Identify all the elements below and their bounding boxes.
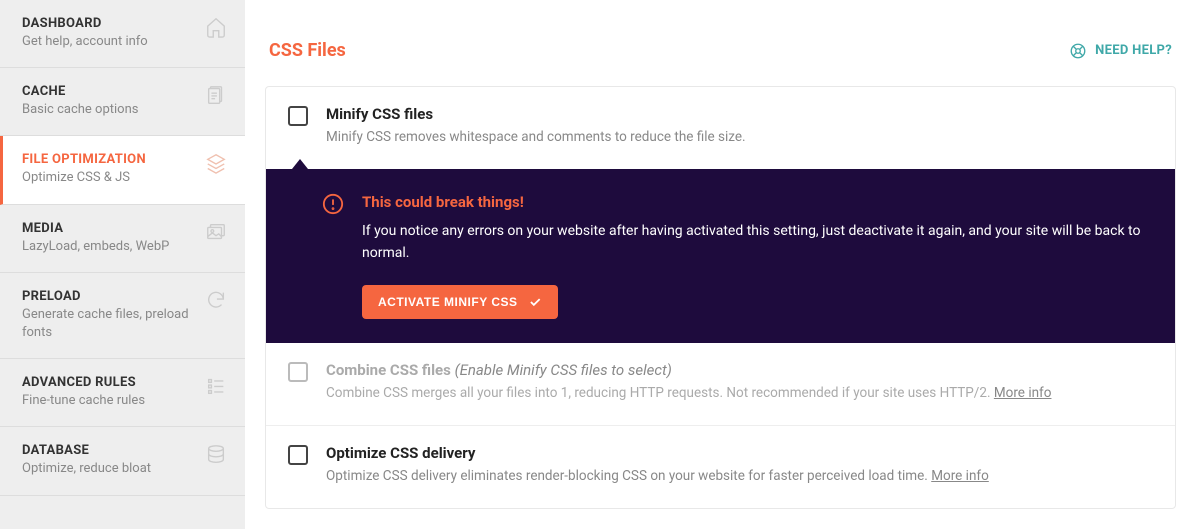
sidebar-item-subtitle: Fine-tune cache rules: [22, 392, 197, 410]
sidebar-item-subtitle: Basic cache options: [22, 101, 197, 119]
optimize-css-delivery-checkbox[interactable]: [288, 445, 308, 465]
layers-icon: [205, 152, 227, 174]
help-icon: [1069, 42, 1087, 60]
setting-title: Combine CSS files (Enable Minify CSS fil…: [326, 361, 1153, 379]
activate-minify-css-button[interactable]: ACTIVATE MINIFY CSS: [362, 285, 558, 319]
sidebar-item-subtitle: Optimize CSS & JS: [22, 169, 197, 187]
warning-desc: If you notice any errors on your website…: [362, 221, 1153, 264]
home-icon: [205, 16, 227, 38]
sidebar-item-title: ADVANCED RULES: [22, 375, 197, 390]
sidebar-item-preload[interactable]: PRELOAD Generate cache files, preload fo…: [0, 273, 245, 359]
page-title: CSS Files: [269, 40, 346, 61]
list-icon: [205, 375, 227, 397]
activate-button-label: ACTIVATE MINIFY CSS: [378, 295, 518, 309]
sidebar: DASHBOARD Get help, account info CACHE B…: [0, 0, 245, 529]
setting-desc: Optimize CSS delivery eliminates render-…: [326, 466, 1153, 486]
sidebar-item-title: FILE OPTIMIZATION: [22, 152, 197, 167]
sidebar-item-subtitle: Generate cache files, preload fonts: [22, 306, 197, 342]
combine-css-checkbox[interactable]: [288, 362, 308, 382]
help-label: NEED HELP?: [1095, 43, 1172, 58]
main-content: CSS Files NEED HELP? Minify CSS files Mi…: [245, 0, 1196, 529]
check-icon: [528, 295, 542, 309]
setting-optimize-css-delivery: Optimize CSS delivery Optimize CSS deliv…: [266, 425, 1175, 508]
more-info-link[interactable]: More info: [994, 385, 1052, 401]
warning-panel: This could break things! If you notice a…: [266, 169, 1175, 342]
document-icon: [205, 84, 227, 106]
sidebar-item-subtitle: Get help, account info: [22, 33, 197, 51]
warning-icon: [322, 193, 344, 215]
refresh-icon: [205, 289, 227, 311]
sidebar-item-title: DASHBOARD: [22, 16, 197, 31]
sidebar-item-cache[interactable]: CACHE Basic cache options: [0, 68, 245, 136]
sidebar-item-file-optimization[interactable]: FILE OPTIMIZATION Optimize CSS & JS: [0, 136, 245, 204]
images-icon: [205, 221, 227, 243]
sidebar-item-database[interactable]: DATABASE Optimize, reduce bloat: [0, 427, 245, 495]
sidebar-item-title: CACHE: [22, 84, 197, 99]
minify-css-checkbox[interactable]: [288, 106, 308, 126]
setting-minify-css: Minify CSS files Minify CSS removes whit…: [266, 87, 1175, 169]
page-header: CSS Files NEED HELP?: [265, 40, 1176, 61]
sidebar-item-advanced-rules[interactable]: ADVANCED RULES Fine-tune cache rules: [0, 359, 245, 427]
sidebar-item-title: PRELOAD: [22, 289, 197, 304]
setting-desc: Combine CSS merges all your files into 1…: [326, 383, 1153, 403]
setting-title: Minify CSS files: [326, 105, 1153, 123]
sidebar-item-title: DATABASE: [22, 443, 197, 458]
sidebar-item-subtitle: Optimize, reduce bloat: [22, 460, 197, 478]
setting-title: Optimize CSS delivery: [326, 444, 1153, 462]
setting-hint: (Enable Minify CSS files to select): [455, 361, 672, 379]
more-info-link[interactable]: More info: [931, 468, 989, 484]
sidebar-item-dashboard[interactable]: DASHBOARD Get help, account info: [0, 0, 245, 68]
need-help-link[interactable]: NEED HELP?: [1069, 42, 1172, 60]
setting-desc: Minify CSS removes whitespace and commen…: [326, 127, 1153, 147]
warning-title: This could break things!: [362, 193, 1153, 211]
sidebar-item-media[interactable]: MEDIA LazyLoad, embeds, WebP: [0, 205, 245, 273]
sidebar-item-subtitle: LazyLoad, embeds, WebP: [22, 238, 197, 256]
sidebar-item-title: MEDIA: [22, 221, 197, 236]
settings-panel: Minify CSS files Minify CSS removes whit…: [265, 86, 1176, 509]
setting-combine-css: Combine CSS files (Enable Minify CSS fil…: [266, 343, 1175, 425]
database-icon: [205, 443, 227, 465]
